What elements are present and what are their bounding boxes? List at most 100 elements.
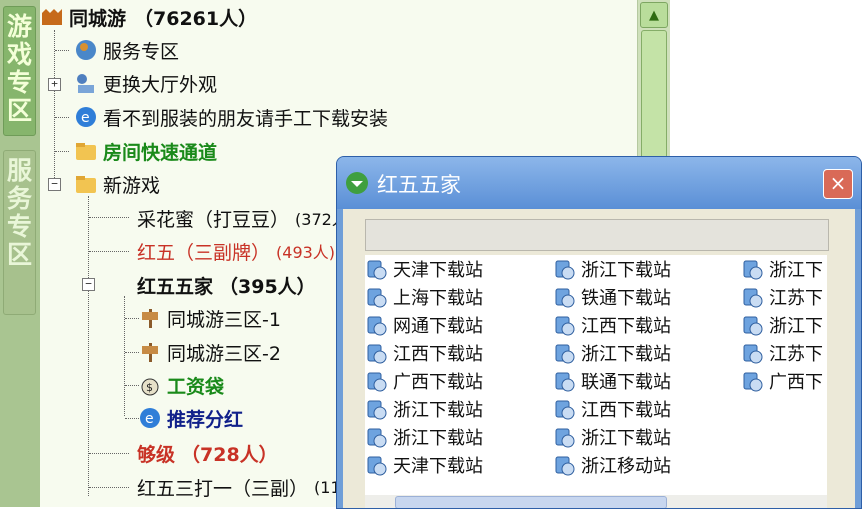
tree-item-room[interactable]: 同城游三区-1 [138,303,281,333]
tree-root-label: 同城游 [69,7,127,30]
tab-char: 务 [6,184,32,213]
svg-text:e: e [145,411,154,427]
server-list-item[interactable]: 浙江下 [741,311,823,339]
tree-item-dividend[interactable]: e 推荐分红 [138,403,243,433]
tree-item-label: 红五（三副牌） [137,241,271,264]
tree-item-game[interactable]: 采花蜜（打豆豆） (372人 [137,203,348,233]
tree-item-salary-bag[interactable]: $ 工资袋 [138,370,224,400]
collapse-toggle[interactable]: − [82,278,95,291]
server-icon [743,288,763,308]
server-icon [555,400,575,420]
server-icon [367,456,387,476]
server-name: 江西下载站 [581,316,671,337]
tree-item-change-skin[interactable]: 更换大厅外观 [74,68,217,98]
server-name: 浙江下 [769,260,823,281]
tree-line [54,30,55,190]
server-list-item[interactable]: 浙江下载站 [553,423,671,451]
server-list-item[interactable]: 浙江移动站 [553,451,671,479]
server-icon [555,260,575,280]
dialog-title-bar[interactable]: 红五五家 × [337,157,861,209]
people-icon [77,74,94,93]
server-list-item[interactable]: 网通下载站 [365,311,483,339]
tab-char: 专 [6,68,32,97]
tree-item-label: 红五三打一（三副） [137,477,309,500]
server-icon [743,372,763,392]
tree-line [88,196,89,496]
server-list-item[interactable]: 天津下载站 [365,451,483,479]
server-icon [555,344,575,364]
server-icon [367,288,387,308]
signpost-icon [142,343,158,362]
dialog-body: 天津下载站 上海下载站 网通下载站 江西下载站 广西下载站 浙江下载站 浙江下载站 天津下载站… [343,209,855,508]
tree-item-game-selected[interactable]: 红五五家 （395人） [137,270,316,300]
tree-item-game[interactable]: 够级 （728人） [137,438,278,468]
folder-open-icon [76,176,96,193]
server-list-item[interactable]: 上海下载站 [365,283,483,311]
scroll-thumb[interactable] [395,496,667,508]
server-icon [743,344,763,364]
horizontal-scrollbar[interactable] [365,495,827,508]
expand-toggle[interactable]: + [48,78,61,91]
server-list-item[interactable]: 江西下载站 [365,339,483,367]
server-list-item[interactable]: 江苏下 [741,283,823,311]
tree-item-new-games[interactable]: 新游戏 [74,169,160,199]
tree-item-label: 推荐分红 [167,408,244,431]
tree-item-room-shortcut[interactable]: 房间快速通道 [74,136,217,166]
tree-item-label: 看不到服装的朋友请手工下载安装 [103,107,389,130]
server-icon [743,316,763,336]
server-icon [555,456,575,476]
server-list-item[interactable]: 广西下载站 [365,367,483,395]
tab-game-zone[interactable]: 游 戏 专 区 [3,6,36,136]
server-list-item[interactable]: 江苏下 [741,339,823,367]
server-name: 江西下载站 [393,344,483,365]
tree-line [89,251,129,252]
server-list-item[interactable]: 天津下载站 [365,255,483,283]
tree-item-download-clothes[interactable]: e 看不到服装的朋友请手工下载安装 [74,102,388,132]
server-name: 广西下 [769,372,823,393]
server-list-item[interactable]: 浙江下载站 [365,423,483,451]
server-list-item[interactable]: 江西下载站 [553,311,671,339]
tab-char: 游 [6,12,32,41]
tab-service-zone[interactable]: 服 务 专 区 [3,150,36,315]
server-name: 上海下载站 [393,288,483,309]
tree-line [89,217,129,218]
tree-item-game[interactable]: 红五三打一（三副） (11 [137,472,341,502]
tree-line [124,296,125,416]
svg-text:e: e [81,110,90,126]
money-bag-icon: $ [141,378,159,396]
server-list-item[interactable]: 江西下载站 [553,395,671,423]
tree-line [55,50,69,51]
scroll-thumb[interactable] [641,30,667,167]
tree-item-label: 新游戏 [103,174,161,197]
server-list-item[interactable]: 浙江下载站 [553,339,671,367]
tree-line [55,117,69,118]
tree-item-label: 同城游三区-2 [167,342,281,365]
server-name: 浙江下载站 [581,260,671,281]
collapse-toggle[interactable]: − [48,178,61,191]
dialog-title: 红五五家 [377,173,461,197]
server-list-item[interactable]: 浙江下载站 [365,395,483,423]
tree-item-game[interactable]: 红五（三副牌） (493人) [137,236,335,266]
server-list-item[interactable]: 铁通下载站 [553,283,671,311]
tab-char: 服 [6,156,32,185]
dialog-text-field[interactable] [365,219,829,251]
server-name: 浙江下载站 [581,428,671,449]
tree-item-room[interactable]: 同城游三区-2 [138,337,281,367]
server-list-item[interactable]: 联通下载站 [553,367,671,395]
server-list-item[interactable]: 广西下 [741,367,823,395]
server-list-item[interactable]: 浙江下载站 [553,255,671,283]
tree-line [55,151,69,152]
folder-icon [76,143,96,160]
svg-text:$: $ [146,381,153,394]
server-list-item[interactable]: 浙江下 [741,255,823,283]
tree-root[interactable]: 同城游 （76261人） [40,2,257,32]
server-name: 浙江下载站 [393,400,483,421]
close-button[interactable]: × [823,169,853,199]
scroll-up-arrow-icon[interactable]: ▲ [640,2,668,28]
internet-explorer-icon: e [76,107,96,127]
tree-item-service-zone[interactable]: 服务专区 [74,35,179,65]
server-name: 江苏下 [769,344,823,365]
server-icon [367,428,387,448]
server-name: 天津下载站 [393,260,483,281]
tree-line [125,385,139,386]
